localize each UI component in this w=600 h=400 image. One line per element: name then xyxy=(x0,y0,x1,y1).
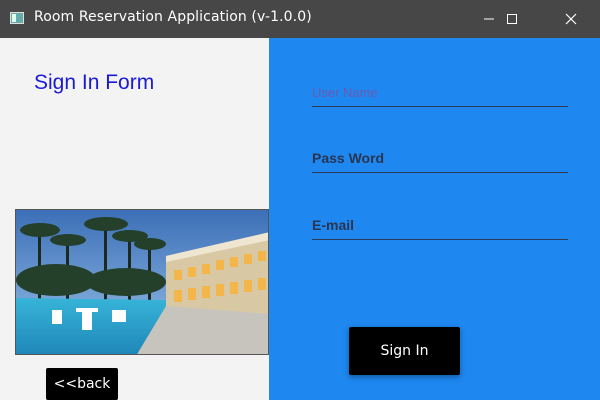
password-field[interactable] xyxy=(312,144,568,173)
email-input[interactable] xyxy=(312,211,568,239)
app-icon xyxy=(10,12,24,24)
email-field[interactable] xyxy=(312,211,568,240)
close-icon xyxy=(565,13,577,25)
username-field[interactable] xyxy=(312,78,568,107)
close-button[interactable] xyxy=(548,0,594,38)
maximize-button[interactable] xyxy=(489,0,535,38)
hotel-pool-photo xyxy=(15,209,269,355)
password-input[interactable] xyxy=(312,144,568,172)
title-bar: Room Reservation Application (v-1.0.0) xyxy=(0,0,600,38)
username-input[interactable] xyxy=(312,78,568,106)
form-title: Sign In Form xyxy=(34,71,155,94)
sign-in-button[interactable]: Sign In xyxy=(349,327,460,375)
maximize-icon xyxy=(507,14,517,24)
back-button[interactable]: <<back xyxy=(46,368,118,400)
window-title: Room Reservation Application (v-1.0.0) xyxy=(34,9,312,25)
